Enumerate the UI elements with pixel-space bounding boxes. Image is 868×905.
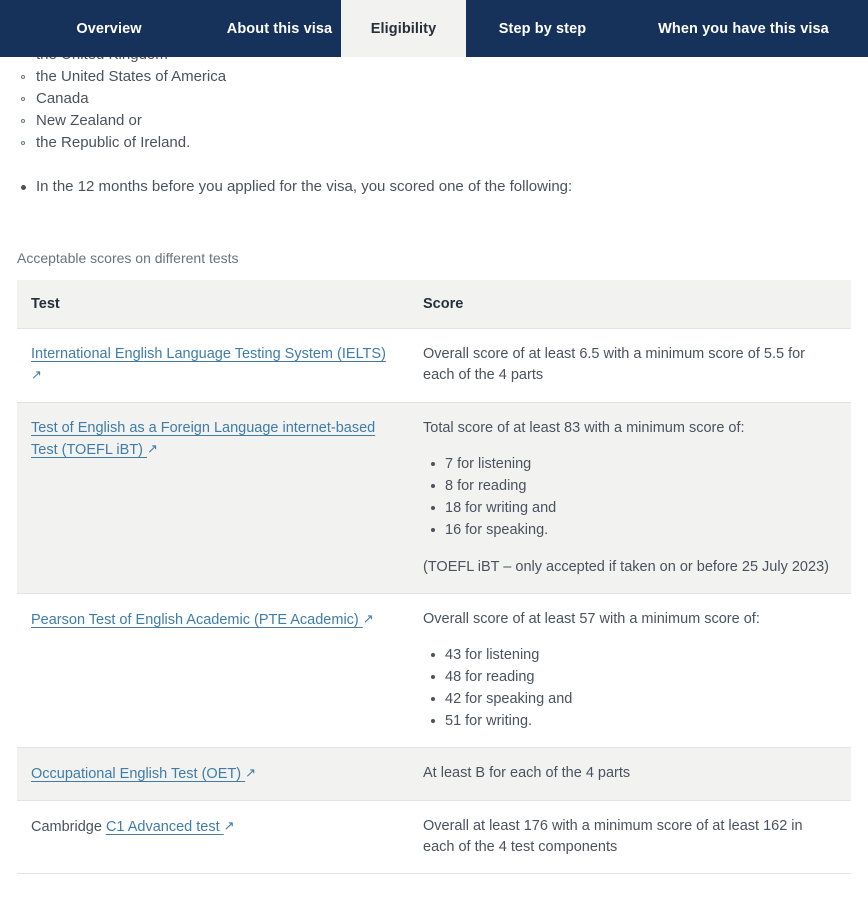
cambridge-prefix: Cambridge	[31, 819, 106, 835]
score-cell: Overall score of at least 6.5 with a min…	[409, 328, 851, 403]
list-item: 43 for listening	[431, 644, 837, 666]
list-item: 18 for writing and	[431, 497, 837, 519]
list-item: 8 for reading	[431, 475, 837, 497]
test-cell: Occupational English Test (OET) ↗	[17, 747, 409, 801]
table-row: Cambridge C1 Advanced test ↗ Overall at …	[17, 800, 851, 874]
link-label: Test of English as a Foreign Language in…	[31, 420, 376, 458]
country-label: the Republic of Ireland.	[36, 134, 191, 151]
link-label: C1 Advanced test	[105, 819, 220, 835]
test-cell: Pearson Test of English Academic (PTE Ac…	[17, 593, 409, 748]
list-item: Canada	[0, 88, 868, 110]
score-cell: Overall at least 176 with a minimum scor…	[409, 800, 851, 874]
score-breakdown-list: 43 for listening 48 for reading 42 for s…	[423, 644, 837, 732]
table-caption: Acceptable scores on different tests	[0, 250, 868, 266]
link-label: Pearson Test of English Academic (PTE Ac…	[31, 612, 359, 628]
table-row: Test of English as a Foreign Language in…	[17, 402, 851, 594]
score-cell: Overall score of at least 57 with a mini…	[409, 593, 851, 748]
score-intro: At least B for each of the 4 parts	[423, 765, 631, 781]
tab-label: Step by step	[498, 20, 587, 37]
acceptable-scores-table: Test Score International English Languag…	[17, 280, 851, 874]
test-cell: Cambridge C1 Advanced test ↗	[17, 800, 409, 874]
list-item: 16 for speaking.	[431, 519, 837, 541]
page-content: the United Kingdom the United States of …	[0, 0, 868, 874]
tab-label: Eligibility	[370, 20, 437, 37]
country-label: New Zealand or	[36, 112, 142, 129]
eligible-country-list: the United Kingdom the United States of …	[0, 44, 868, 154]
list-item: the Republic of Ireland.	[0, 132, 868, 154]
tab-when-you-have-this-visa[interactable]: When you have this visa	[619, 0, 868, 57]
cambridge-c1-advanced-link[interactable]: C1 Advanced test ↗	[105, 818, 235, 835]
score-intro: Overall score of at least 57 with a mini…	[423, 611, 760, 627]
country-label: the United States of America	[36, 68, 227, 85]
external-link-icon: ↗	[147, 441, 158, 456]
tab-step-by-step[interactable]: Step by step	[466, 0, 619, 57]
score-intro: Overall at least 176 with a minimum scor…	[423, 818, 803, 855]
tab-label: When you have this visa	[658, 20, 829, 37]
scored-bullet-label: In the 12 months before you applied for …	[36, 178, 573, 195]
external-link-icon: ↗	[362, 611, 374, 626]
list-item: 48 for reading	[431, 666, 837, 688]
score-note: (TOEFL iBT – only accepted if taken on o…	[423, 559, 829, 575]
tab-label: Overview	[76, 20, 142, 37]
table-row: International English Language Testing S…	[17, 328, 851, 403]
link-label: Occupational English Test (OET)	[31, 766, 242, 782]
visa-section-tabs: Overview About this visa Eligibility Ste…	[0, 0, 868, 57]
table-row: Occupational English Test (OET) ↗ At lea…	[17, 747, 851, 801]
ielts-link[interactable]: International English Language Testing S…	[31, 346, 386, 384]
list-item: 42 for speaking and	[431, 688, 837, 710]
score-breakdown-list: 7 for listening 8 for reading 18 for wri…	[423, 453, 837, 541]
test-cell: Test of English as a Foreign Language in…	[17, 402, 409, 594]
score-cell: Total score of at least 83 with a minimu…	[409, 402, 851, 594]
tab-label: About this visa	[226, 20, 333, 37]
toefl-link[interactable]: Test of English as a Foreign Language in…	[31, 420, 375, 458]
oet-link[interactable]: Occupational English Test (OET) ↗	[31, 765, 256, 782]
external-link-icon: ↗	[245, 765, 257, 780]
scored-bullet: In the 12 months before you applied for …	[0, 176, 868, 198]
tab-about-this-visa[interactable]: About this visa	[218, 0, 341, 57]
external-link-icon: ↗	[223, 818, 235, 833]
list-item: the United States of America	[0, 66, 868, 88]
pte-link[interactable]: Pearson Test of English Academic (PTE Ac…	[31, 611, 374, 628]
list-item: 7 for listening	[431, 453, 837, 475]
score-intro: Total score of at least 83 with a minimu…	[423, 420, 745, 436]
table-row: Pearson Test of English Academic (PTE Ac…	[17, 593, 851, 748]
list-item: 51 for writing.	[431, 710, 837, 732]
test-cell: International English Language Testing S…	[17, 328, 409, 403]
tab-eligibility[interactable]: Eligibility	[341, 0, 466, 57]
list-item: New Zealand or	[0, 110, 868, 132]
table-header-row: Test Score	[17, 280, 851, 329]
country-label: Canada	[36, 90, 89, 107]
tab-overview[interactable]: Overview	[0, 0, 218, 57]
table-caption-label: Acceptable scores on different tests	[17, 250, 239, 266]
external-link-icon: ↗	[31, 367, 42, 382]
column-header-test: Test	[17, 280, 409, 329]
table-body: International English Language Testing S…	[17, 328, 851, 874]
table-header: Test Score	[17, 280, 851, 329]
column-header-score: Score	[409, 280, 851, 329]
score-intro: Overall score of at least 6.5 with a min…	[423, 346, 805, 383]
score-cell: At least B for each of the 4 parts	[409, 747, 851, 801]
link-label: International English Language Testing S…	[31, 346, 386, 362]
